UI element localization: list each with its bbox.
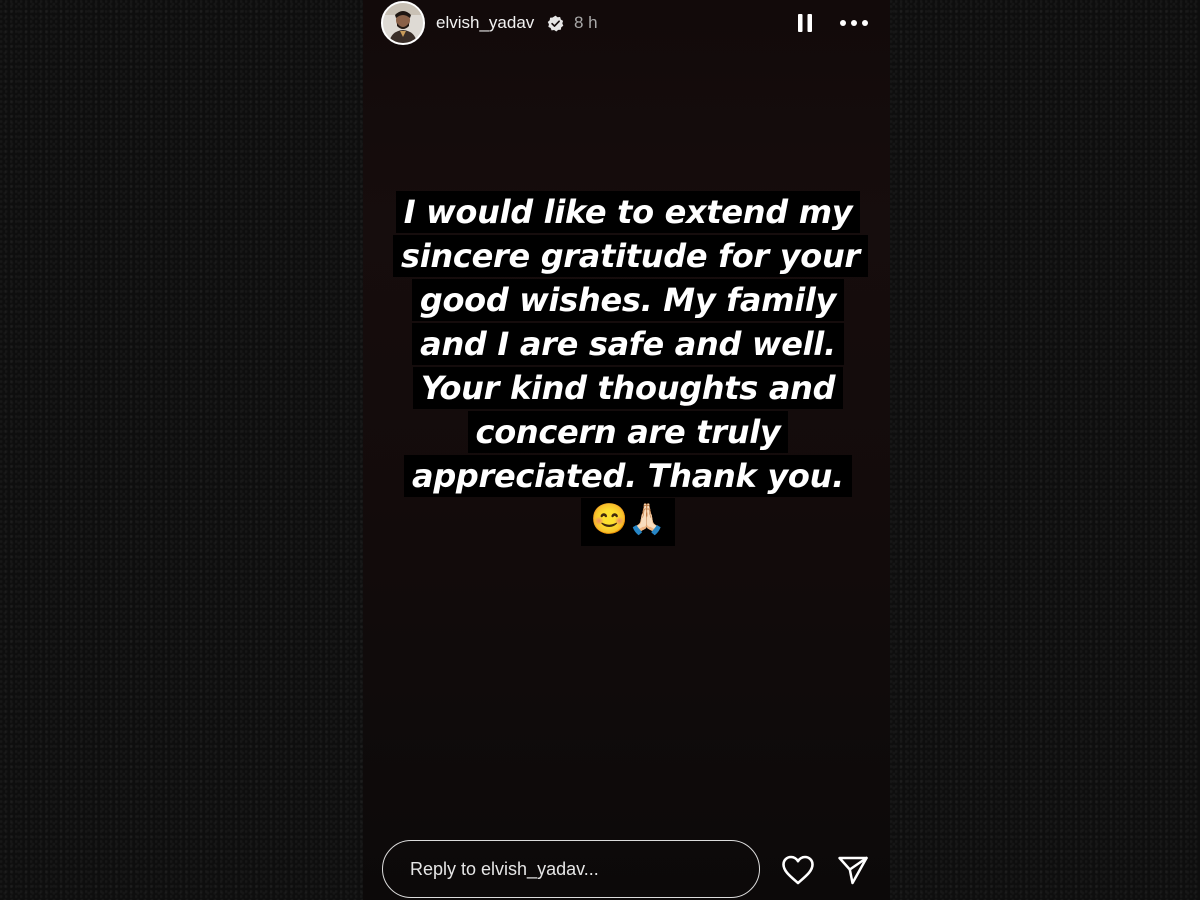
- story-message: I would like to extend my sincere gratit…: [393, 191, 868, 497]
- verified-badge-icon: [547, 15, 564, 32]
- reply-placeholder[interactable]: Reply to elvish_yadav...: [410, 859, 599, 880]
- story-username[interactable]: elvish_yadav: [436, 13, 534, 33]
- send-icon[interactable]: [837, 854, 869, 886]
- reply-input[interactable]: Reply to elvish_yadav...: [382, 840, 760, 898]
- story-text-sticker: I would like to extend my sincere gratit…: [393, 190, 868, 546]
- more-options-icon[interactable]: [838, 12, 870, 34]
- story-timestamp: 8 h: [574, 13, 598, 32]
- story-header: elvish_yadav 8 h: [363, 0, 890, 48]
- avatar-image: [383, 3, 423, 43]
- story-viewer[interactable]: elvish_yadav 8 h I would like to extend …: [363, 0, 890, 900]
- avatar[interactable]: [381, 1, 425, 45]
- heart-icon[interactable]: [781, 854, 815, 886]
- pause-icon[interactable]: [795, 12, 815, 34]
- story-emojis: 😊🙏🏻: [580, 498, 676, 546]
